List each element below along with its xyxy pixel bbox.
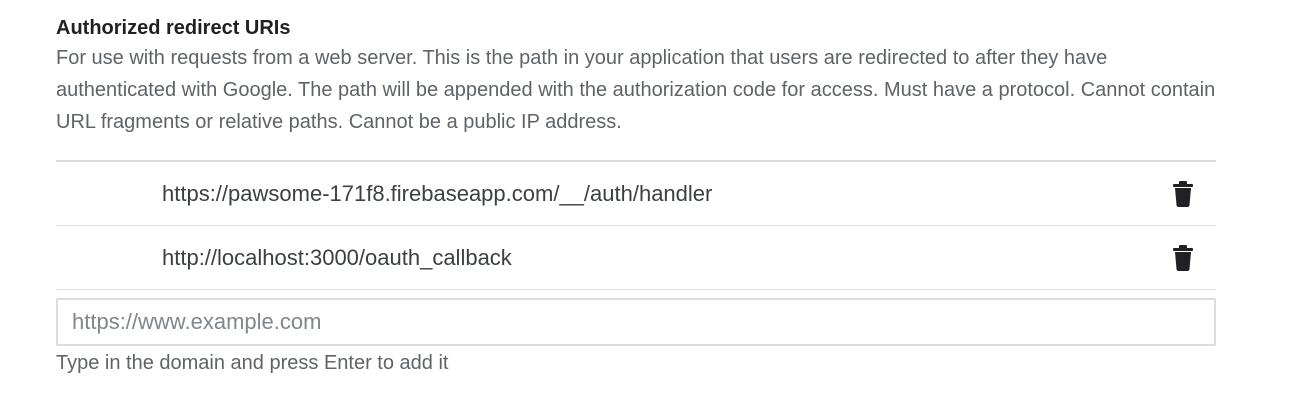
new-uri-input[interactable] [58,300,1214,344]
section-description: For use with requests from a web server.… [56,47,1216,133]
trash-icon[interactable] [1172,181,1194,207]
uri-value: https://pawsome-171f8.firebaseapp.com/__… [162,180,713,206]
redirect-uris-section: Authorized redirect URIs For use with re… [56,14,1216,376]
new-uri-field-container [56,298,1216,346]
uri-row: https://pawsome-171f8.firebaseapp.com/__… [56,162,1216,226]
section-title: Authorized redirect URIs [56,17,291,39]
uri-row: http://localhost:3000/oauth_callback [56,226,1216,290]
new-uri-hint: Type in the domain and press Enter to ad… [56,352,449,374]
uri-value: http://localhost:3000/oauth_callback [162,244,512,270]
uri-list: https://pawsome-171f8.firebaseapp.com/__… [56,160,1216,290]
trash-icon[interactable] [1172,245,1194,271]
